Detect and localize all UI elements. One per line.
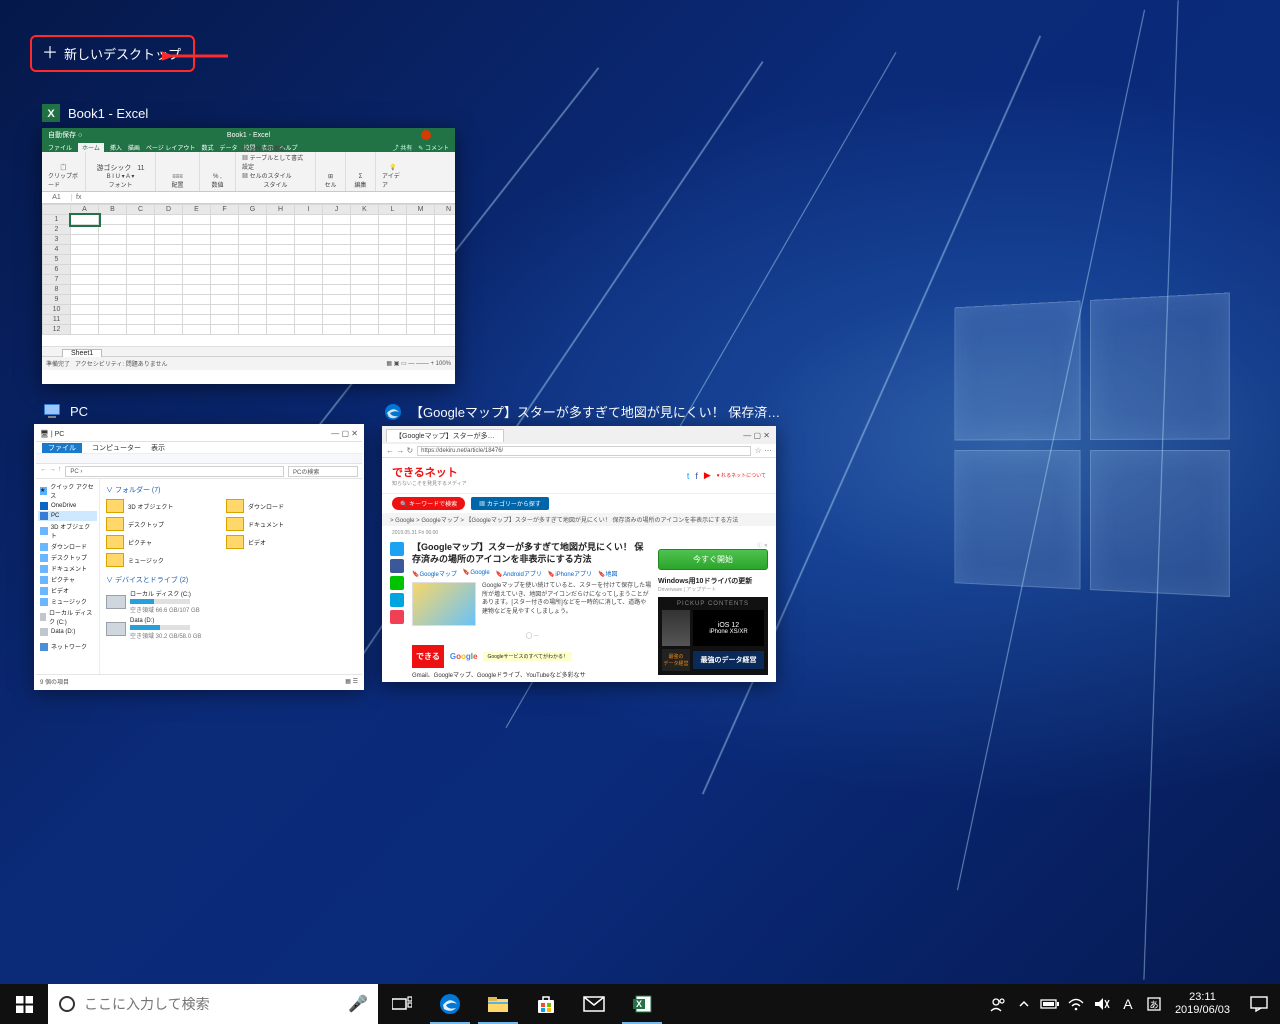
taskbar-app-excel[interactable]: X — [618, 984, 666, 1024]
tray-volume-icon[interactable] — [1089, 984, 1115, 1024]
taskbar: 🎤 X A あ 23:112019/06/03 — [0, 984, 1280, 1024]
taskview-button[interactable] — [378, 984, 426, 1024]
taskview-title-excel: X Book1 - Excel — [42, 104, 148, 122]
edge-icon — [384, 403, 402, 421]
svg-text:X: X — [636, 999, 642, 1009]
edge-window-title: 【Googleマップ】スターが多すぎて地図が見にくい！ 保存済みの場所の... — [410, 402, 784, 421]
taskview-title-explorer: PC — [42, 402, 88, 420]
taskview-thumb-excel[interactable]: 自動保存 ○ Book1 - Excel ファイル ホーム 挿入描画 ページ レ… — [42, 128, 455, 384]
excel-ribbon: 📋クリップボード 游ゴシック 11B I U ▾ A ▾フォント ≡≡≡配置 %… — [42, 152, 455, 192]
action-center-button[interactable] — [1238, 984, 1280, 1024]
excel-icon: X — [42, 104, 60, 122]
pc-icon — [42, 402, 62, 420]
windows-logo-wallpaper — [954, 292, 1240, 608]
annotation-arrow — [162, 46, 232, 66]
tray-chevron-up-icon[interactable] — [1011, 984, 1037, 1024]
tray-ime-icon[interactable]: A — [1115, 984, 1141, 1024]
excel-window-title: Book1 - Excel — [68, 106, 148, 121]
start-button[interactable] — [0, 984, 48, 1024]
site-logo: できるネット — [392, 467, 458, 479]
search-box[interactable]: 🎤 — [48, 984, 378, 1024]
tray-wifi-icon[interactable] — [1063, 984, 1089, 1024]
svg-text:あ: あ — [1149, 1000, 1158, 1010]
tray-ime-options-icon[interactable]: あ — [1141, 984, 1167, 1024]
article-title: 【Googleマップ】スターが多すぎて地図が見にくい！ 保存済みの場所のアイコン… — [412, 542, 652, 565]
explorer-window-title: PC — [70, 404, 88, 419]
taskbar-app-mail[interactable] — [570, 984, 618, 1024]
mic-icon[interactable]: 🎤 — [348, 994, 368, 1014]
cortana-icon — [58, 995, 76, 1013]
system-tray: A あ 23:112019/06/03 — [985, 984, 1280, 1024]
taskview-thumb-edge[interactable]: 【Googleマップ】スターが多…— ▢ ✕ ← → ↻https://deki… — [382, 426, 776, 682]
cta-button: 今すぐ開始 — [658, 549, 768, 570]
tray-clock[interactable]: 23:112019/06/03 — [1167, 991, 1238, 1016]
excel-grid: ABCDEFGHIJKLMN 1 2 3 4 5 6 7 8 9 10 11 1… — [42, 204, 455, 335]
svg-text:X: X — [47, 108, 55, 120]
autosave-label: 自動保存 ○ — [48, 130, 82, 140]
taskbar-app-store[interactable] — [522, 984, 570, 1024]
sheet-tab: Sheet1 — [62, 349, 102, 357]
taskview-title-edge: 【Googleマップ】スターが多すぎて地図が見にくい！ 保存済みの場所の... — [384, 402, 784, 421]
tray-people-icon[interactable] — [985, 984, 1011, 1024]
taskbar-app-explorer[interactable] — [474, 984, 522, 1024]
explorer-sidebar: ★クイック アクセス OneDrive PC 3D オブジェクト ダウンロード … — [36, 479, 100, 674]
taskview-thumb-explorer[interactable]: 🖥 | PC— ▢ ✕ ファイルコンピューター表示 ← → ↑PC ›PCの検索… — [36, 426, 362, 688]
tray-battery-icon[interactable] — [1037, 984, 1063, 1024]
search-input[interactable] — [84, 996, 340, 1012]
plus-icon: ＋ — [42, 46, 58, 62]
taskbar-app-edge[interactable] — [426, 984, 474, 1024]
excel-doc-title: Book1 - Excel — [227, 132, 270, 139]
